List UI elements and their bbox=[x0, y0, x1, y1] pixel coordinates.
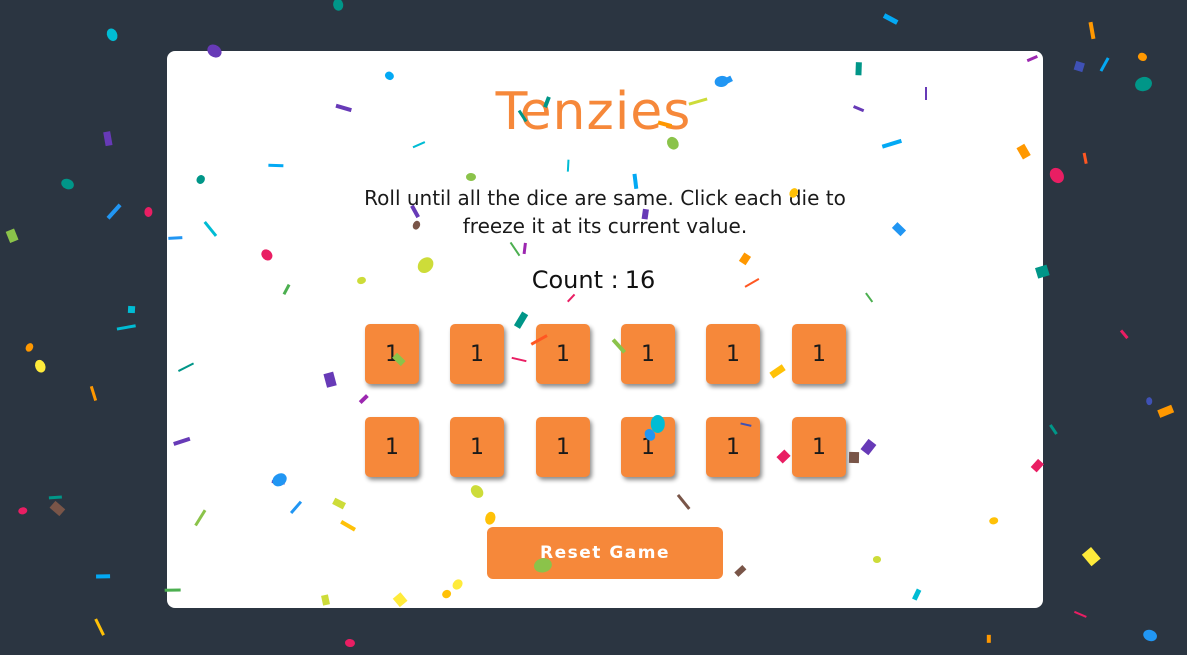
die-1[interactable]: 1 bbox=[365, 324, 419, 384]
confetti-piece bbox=[59, 176, 76, 192]
confetti-piece bbox=[1048, 423, 1058, 435]
die-9[interactable]: 1 bbox=[536, 417, 590, 477]
confetti-piece bbox=[332, 0, 344, 12]
confetti-piece bbox=[17, 505, 28, 515]
die-12[interactable]: 1 bbox=[792, 417, 846, 477]
confetti-piece bbox=[33, 358, 48, 374]
confetti-piece bbox=[23, 341, 35, 353]
die-4[interactable]: 1 bbox=[621, 324, 675, 384]
confetti-piece bbox=[1145, 397, 1153, 406]
game-title: Tenzies bbox=[495, 82, 692, 142]
confetti-piece bbox=[143, 207, 153, 218]
confetti-piece bbox=[1088, 21, 1096, 40]
die-2[interactable]: 1 bbox=[450, 324, 504, 384]
die-7[interactable]: 1 bbox=[365, 417, 419, 477]
confetti-piece bbox=[95, 573, 110, 578]
confetti-piece bbox=[1073, 60, 1086, 73]
confetti-piece bbox=[1141, 627, 1160, 644]
roll-count: Count :16 bbox=[0, 266, 1187, 294]
confetti-piece bbox=[1082, 547, 1101, 566]
die-11[interactable]: 1 bbox=[706, 417, 760, 477]
game-stage: Tenzies Roll until all the dice are same… bbox=[0, 0, 1187, 655]
confetti-piece bbox=[49, 495, 63, 500]
confetti-piece bbox=[127, 305, 135, 314]
confetti-piece bbox=[1074, 610, 1088, 619]
die-8[interactable]: 1 bbox=[450, 417, 504, 477]
confetti-piece bbox=[1157, 403, 1175, 418]
confetti-piece bbox=[49, 500, 65, 516]
confetti-piece bbox=[1099, 57, 1111, 73]
confetti-piece bbox=[117, 323, 137, 331]
confetti-piece bbox=[1046, 165, 1067, 186]
confetti-piece bbox=[6, 229, 19, 244]
confetti-piece bbox=[1082, 152, 1088, 164]
die-10[interactable]: 1 bbox=[621, 417, 675, 477]
confetti-piece bbox=[986, 634, 991, 643]
confetti-piece bbox=[89, 385, 97, 402]
count-label: Count : bbox=[531, 266, 619, 294]
confetti-piece bbox=[106, 204, 122, 221]
confetti-piece bbox=[882, 12, 899, 25]
confetti-piece bbox=[344, 638, 355, 648]
confetti-piece bbox=[1119, 329, 1129, 340]
die-3[interactable]: 1 bbox=[536, 324, 590, 384]
confetti-piece bbox=[1136, 51, 1149, 63]
count-value: 16 bbox=[624, 266, 656, 294]
die-5[interactable]: 1 bbox=[706, 324, 760, 384]
die-6[interactable]: 1 bbox=[792, 324, 846, 384]
confetti-piece bbox=[94, 618, 105, 636]
reset-game-button[interactable]: Reset Game bbox=[487, 527, 723, 579]
game-instructions: Roll until all the dice are same. Click … bbox=[364, 186, 846, 238]
confetti-piece bbox=[104, 27, 119, 44]
